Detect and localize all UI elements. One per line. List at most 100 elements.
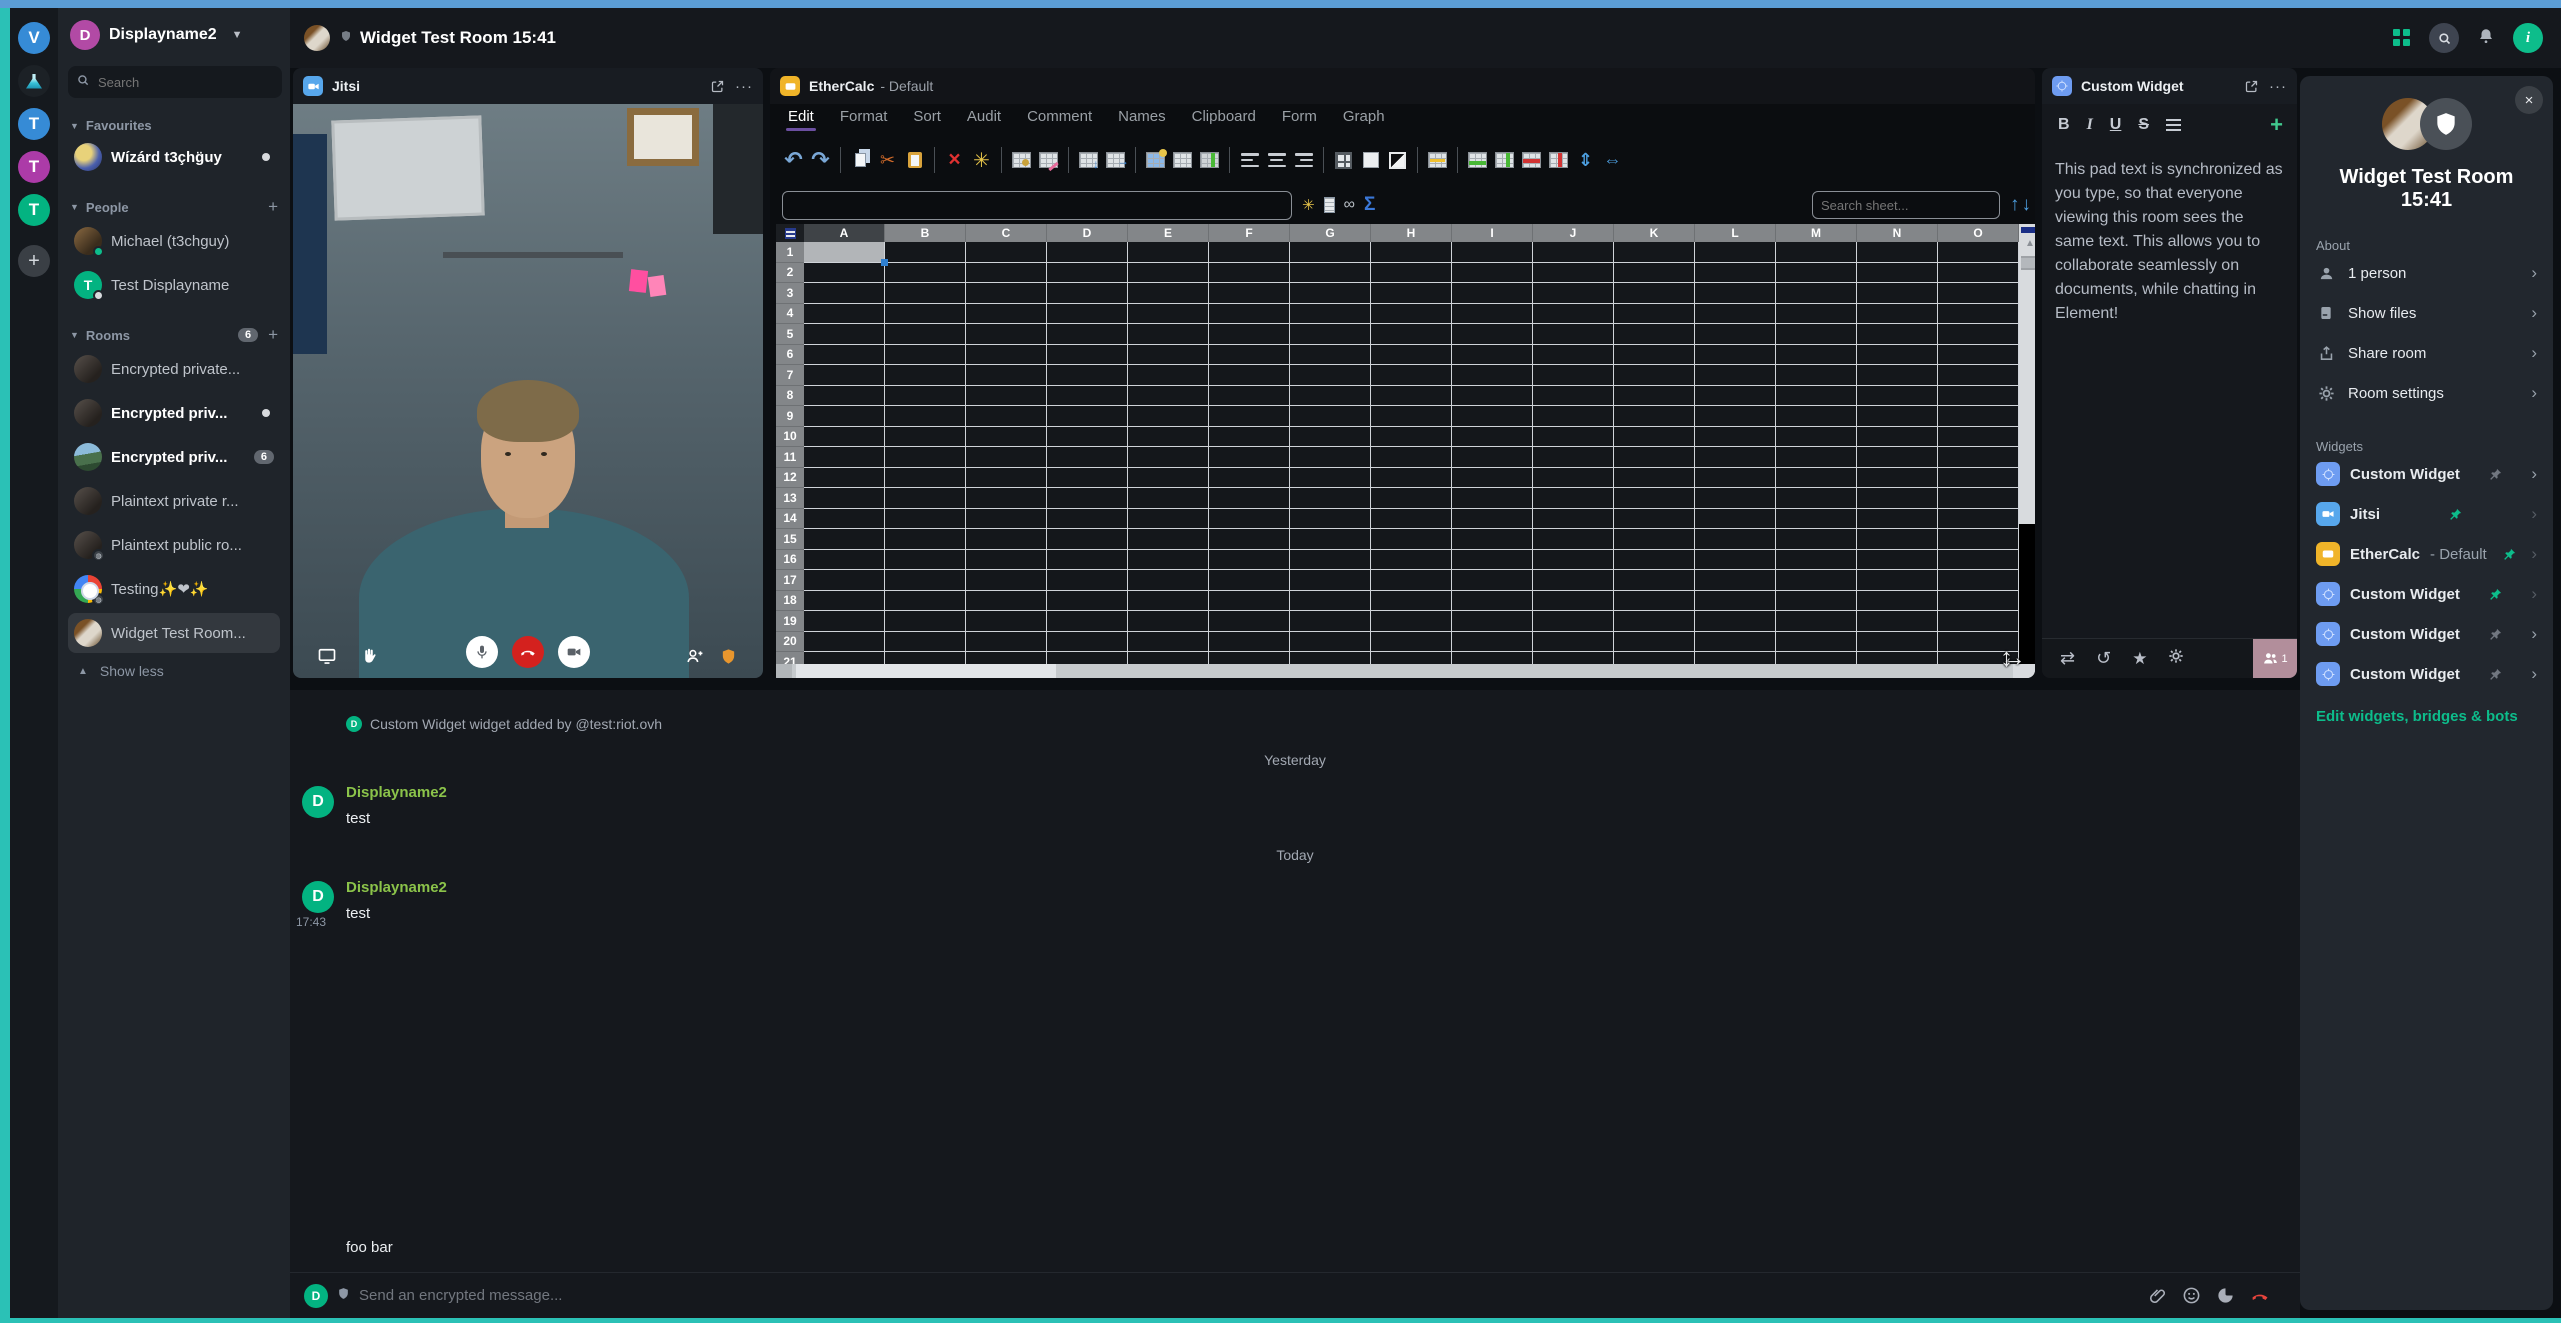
cell-A7[interactable] [804, 365, 885, 386]
cell-L13[interactable] [1695, 488, 1776, 509]
cell-F12[interactable] [1209, 468, 1290, 489]
cell-I3[interactable] [1452, 283, 1533, 304]
cell-N6[interactable] [1857, 345, 1938, 366]
apps-grid-icon[interactable] [2393, 29, 2411, 47]
cell-A2[interactable] [804, 263, 885, 284]
cell-O4[interactable] [1938, 304, 2019, 325]
avatar[interactable]: D [302, 881, 334, 913]
cell-G21[interactable] [1290, 652, 1371, 664]
cell-N5[interactable] [1857, 324, 1938, 345]
cell-N4[interactable] [1857, 304, 1938, 325]
cell-L21[interactable] [1695, 652, 1776, 664]
cell-N2[interactable] [1857, 263, 1938, 284]
row-header-13[interactable]: 13 [776, 488, 804, 509]
align-left-icon[interactable] [1236, 147, 1263, 174]
cell-M5[interactable] [1776, 324, 1857, 345]
cell-K1[interactable] [1614, 242, 1695, 263]
sheet-search-input[interactable] [1812, 191, 2000, 219]
cell-G7[interactable] [1290, 365, 1371, 386]
italic-button[interactable]: I [2087, 116, 2093, 134]
cell-F6[interactable] [1209, 345, 1290, 366]
column-header-D[interactable]: D [1047, 224, 1128, 242]
cell-G10[interactable] [1290, 427, 1371, 448]
room-avatar[interactable] [304, 25, 330, 51]
cell-I4[interactable] [1452, 304, 1533, 325]
cell-O6[interactable] [1938, 345, 2019, 366]
cell-I9[interactable] [1452, 406, 1533, 427]
cell-G13[interactable] [1290, 488, 1371, 509]
hide-column-icon[interactable]: ⇔ [1599, 147, 1626, 174]
cell-G12[interactable] [1290, 468, 1371, 489]
cell-G18[interactable] [1290, 591, 1371, 612]
cell-K3[interactable] [1614, 283, 1695, 304]
borders-icon[interactable] [1330, 147, 1357, 174]
cell-M17[interactable] [1776, 570, 1857, 591]
widget-row-custom[interactable]: Custom Widget › [2316, 654, 2537, 694]
cell-G15[interactable] [1290, 529, 1371, 550]
cell-G17[interactable] [1290, 570, 1371, 591]
cell-O17[interactable] [1938, 570, 2019, 591]
panel-icon[interactable] [1324, 197, 1335, 213]
column-header-G[interactable]: G [1290, 224, 1371, 242]
row-header-17[interactable]: 17 [776, 570, 804, 591]
cell-I5[interactable] [1452, 324, 1533, 345]
widget-row-custom[interactable]: Custom Widget › [2316, 614, 2537, 654]
settings-row[interactable]: Room settings › [2316, 373, 2537, 413]
cell-J20[interactable] [1533, 632, 1614, 653]
cell-F13[interactable] [1209, 488, 1290, 509]
column-header-E[interactable]: E [1128, 224, 1209, 242]
align-right-icon[interactable] [1290, 147, 1317, 174]
cell-A3[interactable] [804, 283, 885, 304]
widget-row-jitsi[interactable]: Jitsi › [2316, 494, 2537, 534]
cell-D14[interactable] [1047, 509, 1128, 530]
menu-form[interactable]: Form [1282, 108, 1317, 131]
cell-L12[interactable] [1695, 468, 1776, 489]
cell-J6[interactable] [1533, 345, 1614, 366]
room-item[interactable]: Encrypted priv... 6 [68, 437, 280, 477]
cell-E4[interactable] [1128, 304, 1209, 325]
cell-L5[interactable] [1695, 324, 1776, 345]
cell-H15[interactable] [1371, 529, 1452, 550]
cell-M12[interactable] [1776, 468, 1857, 489]
cell-I15[interactable] [1452, 529, 1533, 550]
show-less-button[interactable]: ▲ Show less [68, 663, 280, 679]
row-header-12[interactable]: 12 [776, 468, 804, 489]
cell-D8[interactable] [1047, 386, 1128, 407]
cell-G11[interactable] [1290, 447, 1371, 468]
row-header-7[interactable]: 7 [776, 365, 804, 386]
cell-L4[interactable] [1695, 304, 1776, 325]
cell-D4[interactable] [1047, 304, 1128, 325]
cell-A9[interactable] [804, 406, 885, 427]
cell-F15[interactable] [1209, 529, 1290, 550]
cell-A20[interactable] [804, 632, 885, 653]
cell-F7[interactable] [1209, 365, 1290, 386]
cell-J1[interactable] [1533, 242, 1614, 263]
cell-L3[interactable] [1695, 283, 1776, 304]
rooms-section-header[interactable]: ▼ Rooms 6 + [68, 325, 280, 345]
cell-K5[interactable] [1614, 324, 1695, 345]
row-header-16[interactable]: 16 [776, 550, 804, 571]
cell-J15[interactable] [1533, 529, 1614, 550]
cell-K10[interactable] [1614, 427, 1695, 448]
cell-O18[interactable] [1938, 591, 2019, 612]
cell-B5[interactable] [885, 324, 966, 345]
cell-F21[interactable] [1209, 652, 1290, 664]
cell-K14[interactable] [1614, 509, 1695, 530]
message-text[interactable]: test [346, 905, 2300, 922]
cell-L1[interactable] [1695, 242, 1776, 263]
column-header-B[interactable]: B [885, 224, 966, 242]
room-item[interactable]: ◍ Testing✨❤✨ [68, 569, 280, 609]
cell-J16[interactable] [1533, 550, 1614, 571]
cell-G5[interactable] [1290, 324, 1371, 345]
settings-gear-icon[interactable] [2168, 648, 2184, 669]
cell-L8[interactable] [1695, 386, 1776, 407]
cell-I13[interactable] [1452, 488, 1533, 509]
cell-D10[interactable] [1047, 427, 1128, 448]
cell-K8[interactable] [1614, 386, 1695, 407]
cell-B1[interactable] [885, 242, 966, 263]
cell-E2[interactable] [1128, 263, 1209, 284]
cell-B3[interactable] [885, 283, 966, 304]
room-item[interactable]: Plaintext private r... [68, 481, 280, 521]
people-section-header[interactable]: ▼ People + [68, 197, 280, 217]
cell-I17[interactable] [1452, 570, 1533, 591]
